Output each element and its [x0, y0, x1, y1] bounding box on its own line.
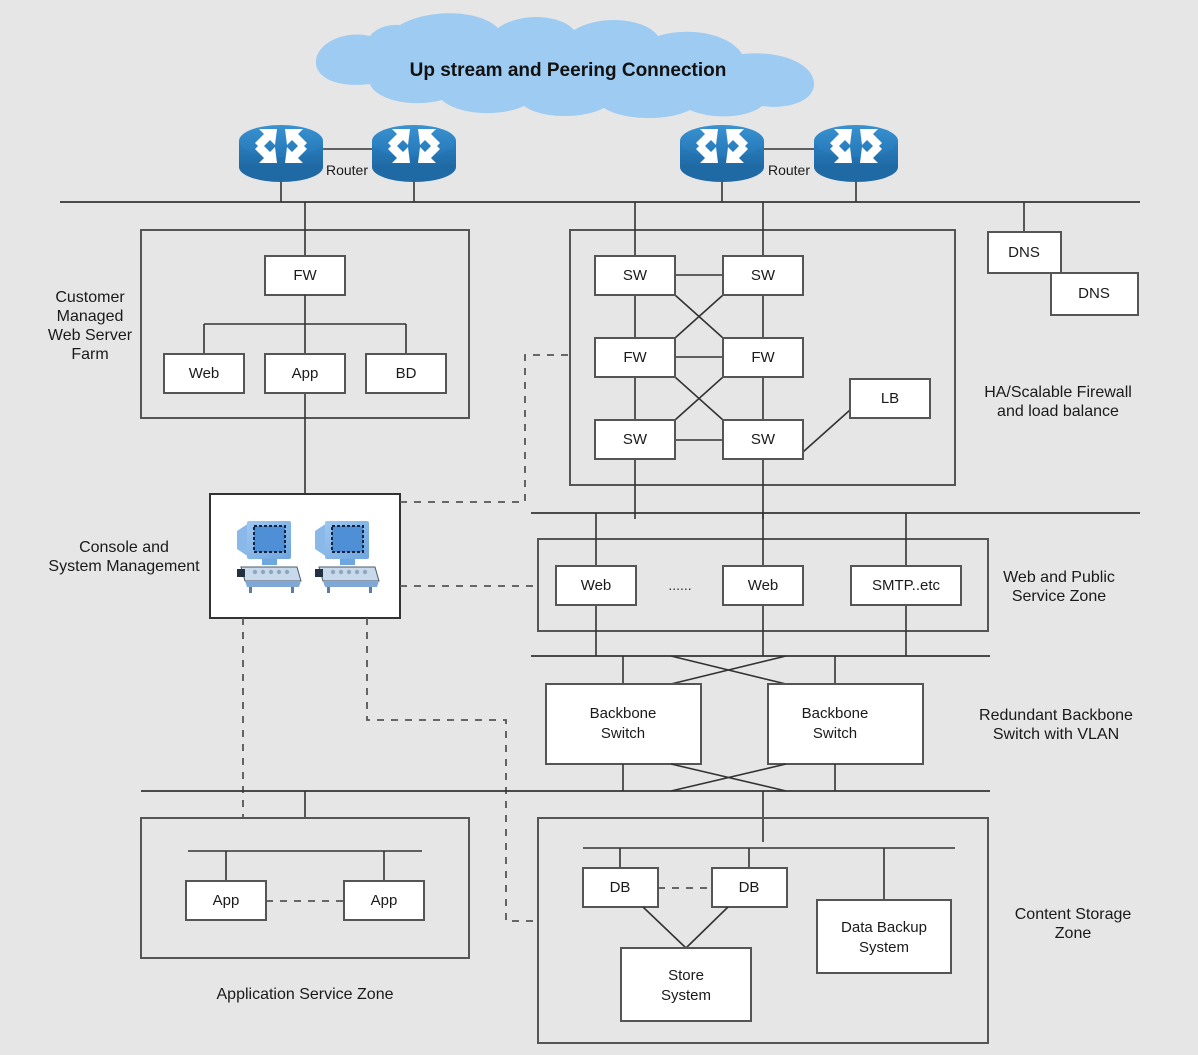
node-sw-bottom-right-label: SW [751, 431, 776, 448]
console-label-line2: System Management [48, 558, 200, 575]
farm-label-line2: Managed [57, 308, 124, 325]
node-backbone-switch-2-line2: Switch [813, 725, 857, 742]
node-app-2-label: App [371, 892, 398, 909]
node-backbone-switch-1-line1: Backbone [590, 705, 657, 722]
ha-label-line1: HA/Scalable Firewall [984, 384, 1132, 401]
backbone-label-line1: Redundant Backbone [979, 707, 1133, 724]
cloud-title: Up stream and Peering Connection [410, 60, 727, 81]
node-db-2-label: DB [739, 879, 760, 896]
router-4[interactable] [814, 125, 898, 182]
router-2[interactable] [372, 125, 456, 182]
node-fw-left-label: FW [623, 349, 647, 366]
node-app-1-label: App [213, 892, 240, 909]
node-farm-fw-label: FW [293, 267, 317, 284]
router-label-left: Router [326, 162, 368, 178]
webpub-label-line1: Web and Public [1003, 569, 1115, 586]
db2-to-store-link [685, 906, 729, 949]
node-web-1-label: Web [581, 577, 612, 594]
appzone-label: Application Service Zone [217, 986, 394, 1003]
node-farm-bd-label: BD [396, 365, 417, 382]
ha-label-line2: and load balance [997, 403, 1119, 420]
node-backbone-switch-2-line1: Backbone [802, 705, 869, 722]
node-dns-2-label: DNS [1078, 285, 1110, 302]
content-label-line1: Content Storage [1015, 906, 1132, 923]
node-web-2-label: Web [748, 577, 779, 594]
node-data-backup-line2: System [859, 939, 909, 956]
router-label-right: Router [768, 162, 810, 178]
console-to-storage-dashed-link [366, 618, 538, 922]
node-db-1-label: DB [610, 879, 631, 896]
node-data-backup-system[interactable] [816, 899, 952, 974]
content-label-line2: Zone [1055, 925, 1092, 942]
node-farm-web-label: Web [189, 365, 220, 382]
node-sw-top-left-label: SW [623, 267, 648, 284]
node-store-system[interactable] [620, 947, 752, 1022]
console-label-line1: Console and [79, 539, 169, 556]
node-data-backup-line1: Data Backup [841, 919, 927, 936]
node-store-system-line1: Store [668, 967, 704, 984]
node-store-system-line2: System [661, 987, 711, 1004]
node-backbone-switch-1-line2: Switch [601, 725, 645, 742]
node-smtp-label: SMTP..etc [872, 577, 941, 594]
upstream-cloud: Up stream and Peering Connection [315, 13, 815, 119]
router-3[interactable] [680, 125, 764, 182]
lb-link [802, 409, 851, 453]
node-farm-app-label: App [292, 365, 319, 382]
node-sw-top-right-label: SW [751, 267, 776, 284]
backbone-label-line2: Switch with VLAN [993, 726, 1119, 743]
farm-label-line3: Web Server [48, 327, 133, 344]
network-diagram-canvas: Up stream and Peering Connection Router … [0, 0, 1198, 1055]
router-1[interactable] [239, 125, 323, 182]
farm-label-line4: Farm [71, 346, 108, 363]
web-ellipsis: ...... [668, 577, 691, 593]
node-lb-label: LB [881, 390, 899, 407]
webpub-label-line2: Service Zone [1012, 588, 1106, 605]
console-box[interactable] [209, 493, 401, 619]
node-dns-1-label: DNS [1008, 244, 1040, 261]
db1-to-store-link [642, 906, 687, 949]
node-sw-bottom-left-label: SW [623, 431, 648, 448]
farm-label-line1: Customer [55, 289, 125, 306]
network-topology-diagram: Up stream and Peering Connection Router … [48, 13, 1140, 1044]
node-fw-right-label: FW [751, 349, 775, 366]
